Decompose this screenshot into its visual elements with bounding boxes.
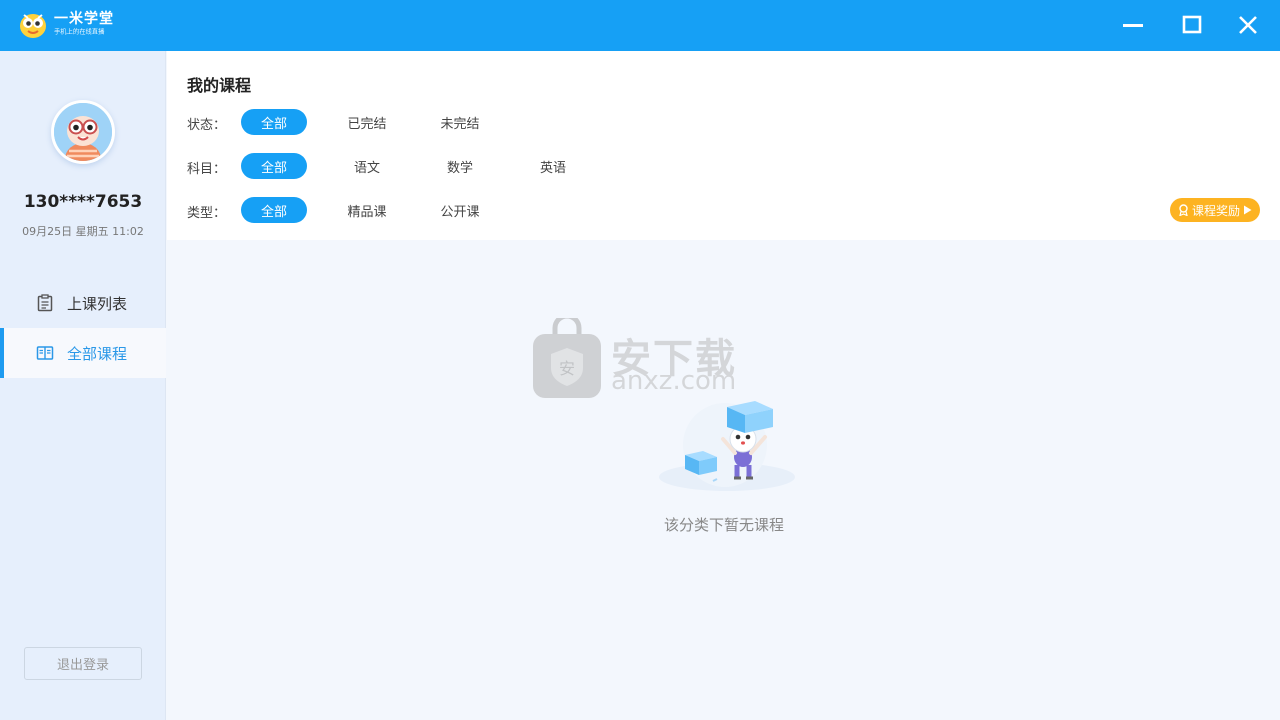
chip-type-premium[interactable]: 精品课 — [334, 197, 400, 223]
filter-row-type: 类型： 全部 精品课 公开课 — [187, 197, 1087, 223]
filter-row-subject: 科目： 全部 语文 数学 英语 — [187, 153, 1087, 179]
sidebar-item-label: 上课列表 — [67, 294, 128, 313]
chip-subject-english[interactable]: 英语 — [520, 153, 586, 179]
filter-label-subject: 科目： — [187, 162, 227, 177]
watermark: 安 安下载 anxz.com — [531, 318, 751, 400]
sidebar-item-label: 全部课程 — [67, 344, 128, 363]
shield-bag-icon: 安 — [533, 318, 601, 398]
filter-row-status: 状态： 全部 已完结 未完结 — [187, 109, 1087, 135]
svg-text:安: 安 — [559, 359, 575, 378]
chip-type-public[interactable]: 公开课 — [427, 197, 493, 223]
app-slogan: 手机上的在线直播 — [54, 28, 105, 36]
book-open-icon — [36, 346, 54, 360]
app-logo-icon — [20, 14, 46, 38]
chip-status-all[interactable]: 全部 — [241, 109, 307, 135]
filter-label-type: 类型： — [187, 206, 227, 221]
logout-button[interactable]: 退出登录 — [24, 647, 142, 680]
sidebar-item-all-courses[interactable]: 全部课程 — [0, 328, 166, 378]
chip-status-completed[interactable]: 已完结 — [334, 109, 400, 135]
watermark-sub: anxz.com — [611, 366, 737, 396]
close-icon — [1239, 16, 1257, 34]
user-phone: 130****7653 — [23, 192, 143, 212]
sidebar-item-schedule[interactable]: 上课列表 — [0, 278, 166, 328]
chip-subject-math[interactable]: 数学 — [427, 153, 493, 179]
filter-label-status: 状态： — [187, 118, 227, 133]
maximize-button[interactable] — [1174, 8, 1210, 42]
clipboard-list-icon — [37, 294, 53, 312]
course-reward-label: 课程奖励 — [1191, 203, 1240, 218]
empty-state-text: 该分类下暂无课程 — [663, 516, 784, 534]
chip-status-ongoing[interactable]: 未完结 — [427, 109, 493, 135]
medal-icon — [1179, 204, 1188, 216]
course-reward-button[interactable]: 课程奖励 — [1170, 198, 1260, 222]
empty-state-illustration-icon — [659, 401, 795, 491]
close-button[interactable] — [1230, 8, 1266, 42]
maximize-icon — [1182, 15, 1202, 34]
minimize-icon — [1123, 24, 1143, 27]
current-datetime: 09月25日 星期五 11:02 — [22, 225, 144, 238]
title-bar: 一米学堂 手机上的在线直播 — [0, 0, 1280, 51]
app-name: 一米学堂 — [54, 11, 114, 27]
chip-subject-all[interactable]: 全部 — [241, 153, 307, 179]
filter-panel: 我的课程 状态： 全部 已完结 未完结 科目： 全部 语文 数学 英语 类型： … — [167, 51, 1280, 240]
brand: 一米学堂 手机上的在线直播 — [54, 11, 114, 37]
play-arrow-icon — [1244, 205, 1252, 215]
sidebar: 130****7653 09月25日 星期五 11:02 上课列表 全部课程 退… — [0, 51, 166, 720]
avatar[interactable] — [51, 100, 115, 164]
chip-subject-chinese[interactable]: 语文 — [334, 153, 400, 179]
avatar-character-icon — [54, 103, 112, 161]
minimize-button[interactable] — [1115, 8, 1151, 42]
chip-type-all[interactable]: 全部 — [241, 197, 307, 223]
page-title: 我的课程 — [187, 76, 252, 95]
